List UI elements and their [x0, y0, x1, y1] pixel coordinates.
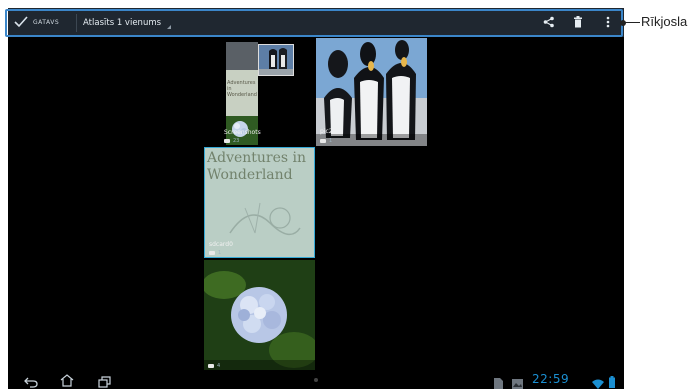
album-screenshots[interactable]: Adventures in Wonderland Screenshots 23: [220, 42, 305, 145]
thumb-text: Adventures in Wonderland: [227, 80, 257, 98]
done-label: GATAVS: [33, 19, 60, 26]
back-icon[interactable]: [24, 373, 38, 389]
selection-label: Atlasīts 1 vienums: [83, 17, 162, 28]
action-bar: GATAVS Atlasīts 1 vienums: [8, 8, 624, 37]
folder-icon: [209, 251, 215, 255]
album-pic2[interactable]: pic2 1: [316, 38, 427, 146]
wifi-icon: [592, 374, 604, 389]
album-count: 1: [320, 138, 332, 144]
album-name: Screenshots: [224, 129, 261, 136]
recent-apps-icon[interactable]: [98, 373, 112, 389]
battery-icon: [609, 373, 615, 389]
tablet-screen: GATAVS Atlasīts 1 vienums Adventures in …: [8, 8, 624, 389]
page-indicator-dot: [314, 378, 318, 382]
done-button[interactable]: GATAVS: [14, 8, 72, 37]
callout-label: Rīkjosla: [641, 14, 688, 29]
folder-icon: [224, 139, 230, 143]
share-icon: [543, 13, 555, 32]
album-flower[interactable]: 4: [204, 260, 315, 371]
album-name: sdcard0: [209, 241, 233, 248]
album-count: 1: [209, 250, 221, 256]
selection-dropdown[interactable]: Atlasīts 1 vienums: [83, 8, 172, 37]
album-name: pic2: [320, 128, 333, 135]
document-notification-icon: [494, 374, 503, 389]
overflow-menu-icon: [606, 13, 610, 32]
album-count: 23: [224, 138, 239, 144]
folder-icon: [208, 364, 214, 368]
divider: [76, 14, 77, 32]
checkmark-icon: [14, 13, 28, 32]
delete-button[interactable]: [566, 8, 590, 37]
thumb-screenshot-3: Adventures in Wonderland: [226, 70, 258, 116]
gallery-notification-icon: [512, 374, 523, 389]
folder-icon: [320, 139, 326, 143]
hydrangea-image: [204, 260, 315, 371]
callout-leader-line: [624, 22, 640, 23]
status-clock: 22:59: [532, 372, 570, 386]
share-button[interactable]: [537, 8, 561, 37]
album-count: 4: [208, 363, 220, 369]
overflow-menu-button[interactable]: [596, 8, 620, 37]
thumb-screenshot-2: [258, 44, 294, 76]
dropdown-indicator-icon: [167, 24, 172, 29]
album-sdcard0-selected[interactable]: Adventures in Wonderland sdcard0 1: [204, 147, 315, 258]
thumb-screenshot-1: [226, 42, 258, 70]
system-bar: 22:59: [8, 370, 624, 389]
trash-icon: [573, 13, 583, 32]
home-icon[interactable]: [60, 372, 74, 389]
